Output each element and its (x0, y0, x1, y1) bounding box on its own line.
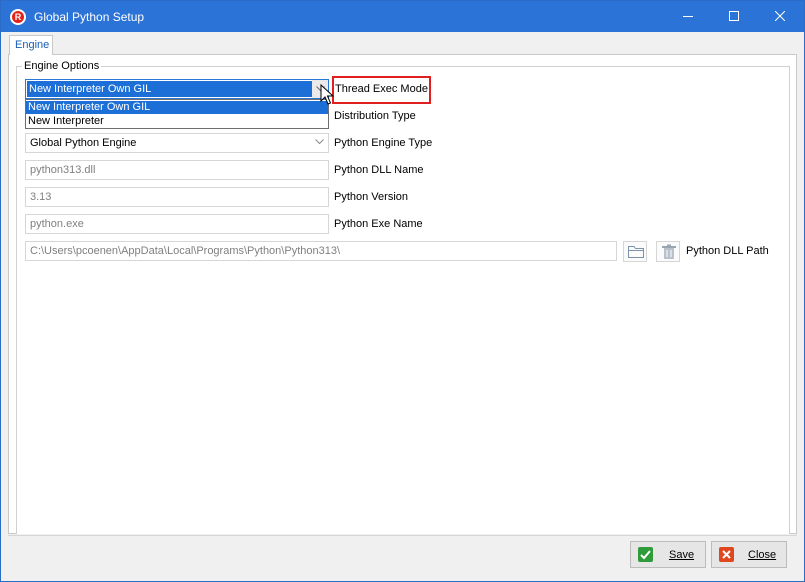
dropdown-option-new-interpreter[interactable]: New Interpreter (26, 115, 328, 128)
thread-exec-mode-combo[interactable]: New Interpreter Own GIL (25, 79, 329, 99)
mouse-cursor-icon (320, 84, 334, 105)
python-dll-name-label: Python DLL Name (334, 164, 424, 176)
maximize-button[interactable] (711, 1, 757, 32)
save-button[interactable]: Save (630, 541, 706, 568)
python-version-input[interactable]: 3.13 (25, 187, 329, 207)
tab-engine[interactable]: Engine (9, 35, 53, 55)
close-icon (775, 11, 785, 21)
combo-selected-value: New Interpreter Own GIL (27, 81, 312, 97)
engine-type-value: Global Python Engine (30, 137, 137, 149)
save-button-label: Save (669, 549, 695, 561)
python-exe-name-label: Python Exe Name (334, 218, 423, 230)
clear-path-button[interactable] (656, 241, 680, 262)
close-button[interactable]: Close (711, 541, 787, 568)
python-exe-name-input[interactable]: python.exe (25, 214, 329, 234)
python-dll-path-label: Python DLL Path (686, 245, 769, 257)
python-engine-type-combo[interactable]: Global Python Engine (25, 133, 329, 153)
python-version-label: Python Version (334, 191, 408, 203)
maximize-icon (729, 11, 739, 21)
group-label: Engine Options (22, 60, 102, 72)
trash-icon (662, 244, 676, 259)
cancel-icon (719, 547, 734, 562)
dropdown-option-own-gil[interactable]: New Interpreter Own GIL (26, 101, 328, 114)
checkmark-icon (638, 547, 653, 562)
thread-exec-mode-label: Thread Exec Mode (335, 83, 428, 95)
minimize-icon (683, 16, 693, 17)
close-button-label: Close (748, 549, 777, 561)
title-bar[interactable]: R Global Python Setup (1, 1, 804, 32)
chevron-down-icon (315, 139, 324, 145)
browse-folder-button[interactable] (623, 241, 647, 262)
thread-exec-mode-dropdown: New Interpreter Own GIL New Interpreter (25, 99, 329, 129)
python-dll-name-input[interactable]: python313.dll (25, 160, 329, 180)
window-close-button[interactable] (757, 1, 803, 32)
app-logo-icon: R (10, 9, 26, 25)
distribution-type-label: Distribution Type (334, 110, 416, 122)
python-dll-path-input[interactable]: C:\Users\pcoenen\AppData\Local\Programs\… (25, 241, 617, 261)
python-engine-type-label: Python Engine Type (334, 137, 433, 149)
minimize-button[interactable] (665, 1, 711, 32)
window-title: Global Python Setup (34, 10, 145, 24)
folder-icon (628, 246, 644, 258)
